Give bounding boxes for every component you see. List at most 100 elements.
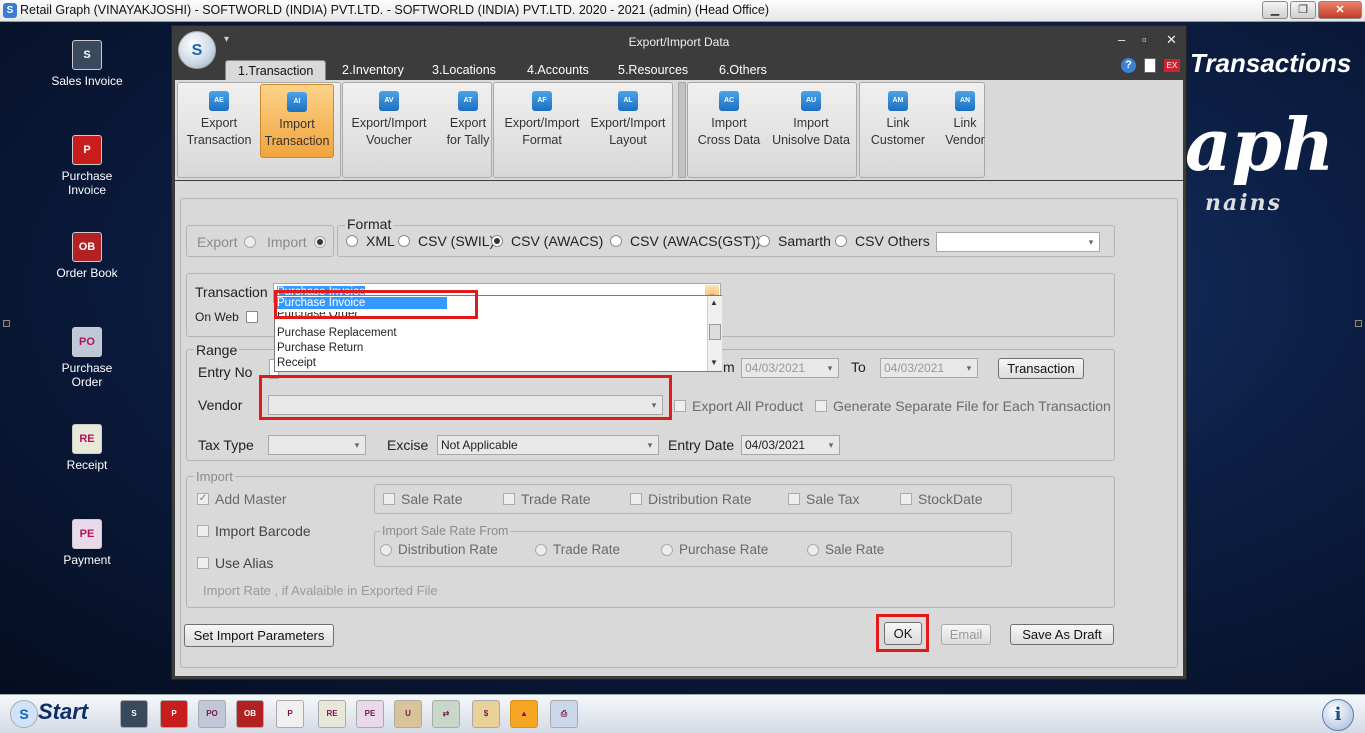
tab-6[interactable]: 6.Others xyxy=(707,60,779,80)
entry-date-value: 04/03/2021 xyxy=(745,438,806,452)
tab-3[interactable]: 3.Locations xyxy=(420,60,508,80)
on-web-checkbox[interactable] xyxy=(246,311,258,323)
rate-from-radio[interactable] xyxy=(807,544,819,556)
use-alias-checkbox[interactable] xyxy=(197,557,209,569)
tab-5[interactable]: 5.Resources xyxy=(606,60,700,80)
notes-icon[interactable] xyxy=(1144,58,1156,73)
format-label: CSV (AWACS(GST)) xyxy=(630,233,761,249)
app-close-button[interactable]: ✕ xyxy=(1318,1,1362,19)
desktop-shortcut[interactable]: PE Payment xyxy=(32,519,142,567)
exit-icon[interactable]: EX xyxy=(1164,59,1180,72)
rate-checkbox[interactable] xyxy=(503,493,515,505)
rate-checkbox[interactable] xyxy=(383,493,395,505)
layout-icon: AL xyxy=(618,91,638,111)
rate-from-radio[interactable] xyxy=(661,544,673,556)
email-button[interactable]: Email xyxy=(941,624,991,645)
money-bag-icon[interactable]: $ xyxy=(472,700,500,728)
generate-separate-checkbox[interactable] xyxy=(815,400,827,412)
desktop-shortcut[interactable]: S Sales Invoice xyxy=(32,40,142,88)
pos-icon[interactable]: P xyxy=(276,700,304,728)
shapes-icon[interactable]: ▲ xyxy=(510,700,538,728)
quick-access-icon[interactable]: ▾ xyxy=(224,34,229,45)
right-resize-handle[interactable] xyxy=(1355,320,1362,327)
from-date-input[interactable]: 04/03/2021 ▾ xyxy=(741,358,839,378)
sales-invoice-icon[interactable]: S xyxy=(120,700,148,728)
receipt-icon[interactable]: RE xyxy=(318,700,346,728)
tab-4[interactable]: 4.Accounts xyxy=(515,60,601,80)
order-book-icon[interactable]: OB xyxy=(236,700,264,728)
format-radio[interactable] xyxy=(491,235,503,247)
to-date-input[interactable]: 04/03/2021 ▾ xyxy=(880,358,978,378)
ribbon-button[interactable]: AE Export Transaction xyxy=(181,84,257,158)
desktop-shortcut[interactable]: OB Order Book xyxy=(32,232,142,280)
data-transfer-icon[interactable]: ⇄ xyxy=(432,700,460,728)
ribbon: AE Export Transaction AI Import Transaction… xyxy=(175,80,1183,180)
import-title: Import xyxy=(194,469,235,484)
logo-icon[interactable]: S xyxy=(10,700,38,728)
export-all-product-checkbox[interactable] xyxy=(674,400,686,412)
desktop-shortcut[interactable]: PO Purchase Order xyxy=(32,327,142,389)
left-resize-handle[interactable] xyxy=(3,320,10,327)
info-icon[interactable]: i xyxy=(1322,699,1354,731)
dropdown-item[interactable]: Purchase Replacement xyxy=(277,327,397,339)
excise-select[interactable]: Not Applicable ▾ xyxy=(437,435,659,455)
scroll-up-icon[interactable]: ▲ xyxy=(710,298,718,307)
rate-from-radio[interactable] xyxy=(380,544,392,556)
app-maximize-button[interactable]: ❐ xyxy=(1290,1,1316,19)
scroll-thumb[interactable] xyxy=(709,324,721,340)
rate-checkbox[interactable] xyxy=(630,493,642,505)
ribbon-button[interactable]: AM Link Customer xyxy=(861,84,935,158)
dropdown-item[interactable]: Receipt xyxy=(277,357,316,369)
purchase-order-icon[interactable]: PO xyxy=(198,700,226,728)
tax-type-select[interactable]: ▾ xyxy=(268,435,366,455)
import-barcode-checkbox[interactable] xyxy=(197,525,209,537)
save-as-draft-button[interactable]: Save As Draft xyxy=(1010,624,1114,645)
rate-checkbox[interactable] xyxy=(788,493,800,505)
purchase-invoice-icon[interactable]: P xyxy=(160,700,188,728)
printer-icon[interactable]: ⎙ xyxy=(550,700,578,728)
format-radio[interactable] xyxy=(398,235,410,247)
dialog-minimize-button[interactable]: – xyxy=(1118,32,1125,47)
rate-checkbox[interactable] xyxy=(900,493,912,505)
add-master-checkbox[interactable]: ✓ xyxy=(197,493,209,505)
import-radio[interactable] xyxy=(314,236,326,248)
ribbon-button[interactable]: AT Export for Tally xyxy=(433,84,503,158)
entry-date-input[interactable]: 04/03/2021 ▾ xyxy=(741,435,840,455)
ribbon-button-label: Import Transaction xyxy=(264,117,330,148)
vendor-highlight-box xyxy=(259,375,672,420)
dialog-maximize-button[interactable]: ▫ xyxy=(1142,32,1147,47)
rate-from-radio[interactable] xyxy=(535,544,547,556)
ribbon-button[interactable]: AN Link Vendor xyxy=(935,84,995,158)
ribbon-button[interactable]: AC Import Cross Data xyxy=(691,84,767,158)
desktop-shortcut[interactable]: P Purchase Invoice xyxy=(32,135,142,197)
format-radio[interactable] xyxy=(610,235,622,247)
format-icon: AF xyxy=(532,91,552,111)
export-radio[interactable] xyxy=(244,236,256,248)
ok-button[interactable]: OK xyxy=(884,622,922,645)
csv-others-select[interactable]: ▾ xyxy=(936,232,1100,252)
dropdown-item[interactable]: Purchase Return xyxy=(277,342,363,354)
ribbon-button[interactable]: AF Export/Import Format xyxy=(496,84,588,158)
transaction-button[interactable]: Transaction xyxy=(998,358,1084,379)
dropdown-scrollbar[interactable]: ▲ ▼ xyxy=(707,296,722,371)
desktop-shortcut[interactable]: RE Receipt xyxy=(32,424,142,472)
help-icon[interactable]: ? xyxy=(1121,58,1136,73)
tab-2[interactable]: 2.Inventory xyxy=(330,60,416,80)
dialog-close-button[interactable]: ✕ xyxy=(1166,32,1177,48)
rates-group: Sale Rate Trade Rate Distribution Rate Sale… xyxy=(374,484,1012,514)
ribbon-button[interactable]: AL Export/Import Layout xyxy=(586,84,670,158)
ribbon-button[interactable]: AU Import Unisolve Data xyxy=(767,84,855,158)
ribbon-button[interactable]: AV Export/Import Voucher xyxy=(345,84,433,158)
ribbon-button[interactable]: AI Import Transaction xyxy=(260,84,334,158)
payment-icon[interactable]: PE xyxy=(356,700,384,728)
scroll-down-icon[interactable]: ▼ xyxy=(710,358,718,367)
sales-invoice-icon: S xyxy=(72,40,102,70)
set-import-parameters-button[interactable]: Set Import Parameters xyxy=(184,624,334,647)
app-orb-icon[interactable]: S xyxy=(178,31,216,69)
format-radio[interactable] xyxy=(758,235,770,247)
user-tools-icon[interactable]: U xyxy=(394,700,422,728)
format-radio[interactable] xyxy=(835,235,847,247)
tab-1[interactable]: 1.Transaction xyxy=(225,60,327,80)
app-minimize-button[interactable]: ▁ xyxy=(1262,1,1288,19)
format-radio[interactable] xyxy=(346,235,358,247)
